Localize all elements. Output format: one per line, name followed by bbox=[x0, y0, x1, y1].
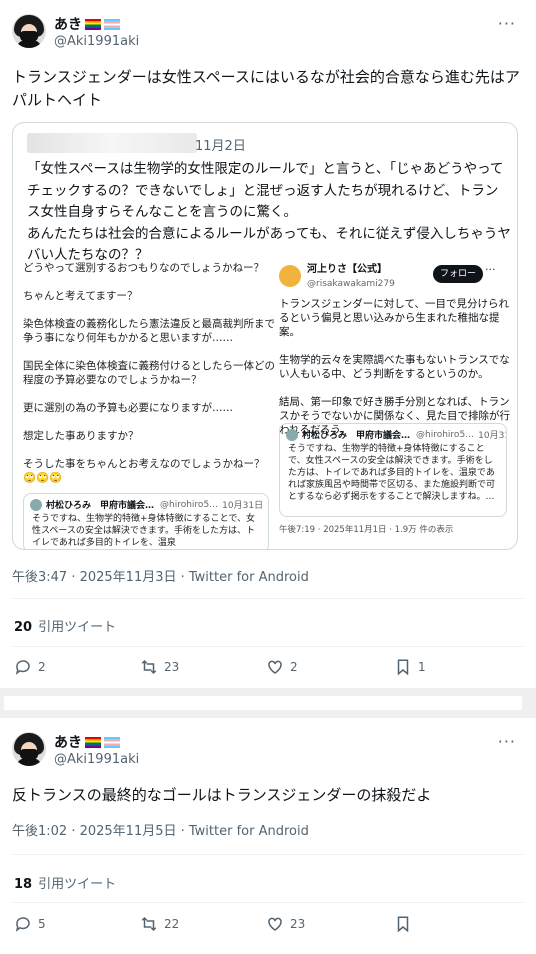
trans-flag-icon bbox=[104, 736, 120, 748]
display-name[interactable]: あき bbox=[54, 732, 120, 752]
screenshot-author-handle: @risakawakami279 bbox=[307, 279, 395, 289]
retweet-icon bbox=[141, 659, 157, 675]
screenshot-paragraph: 染色体検査の義務化したら憲法違反と最高裁判所まで争う事になり何年もかかると思いま… bbox=[23, 318, 275, 344]
quote-text: 「女性スペースは生物学的女性限定のルールで」と言うと、「じゃあどうやって チェッ… bbox=[27, 161, 511, 263]
screenshot-paragraph: 国民全体に染色体検査に義務付けるとしたら一体どの程度の予算必要なのでしょうかねー… bbox=[23, 360, 275, 386]
like-button[interactable]: 2 bbox=[266, 658, 298, 676]
avatar bbox=[30, 498, 42, 511]
screenshot-paragraph: どうやって選別するおつもりなのでしょうかねー？ bbox=[23, 262, 264, 274]
tweet-timestamp[interactable]: 午後3:47 · 2025年11月3日 · Twitter for Androi… bbox=[12, 566, 309, 585]
blurred-author bbox=[27, 133, 197, 153]
bookmark-button[interactable] bbox=[394, 915, 418, 933]
bookmark-icon bbox=[397, 659, 409, 676]
bookmark-button[interactable]: 1 bbox=[394, 658, 426, 676]
screenshot-paragraph: 想定した事ありますか？ bbox=[23, 430, 139, 442]
tweet-separator bbox=[0, 688, 536, 718]
quote-date: 11月2日 bbox=[195, 139, 246, 154]
avatar bbox=[279, 265, 301, 287]
more-options-icon: ··· bbox=[485, 263, 496, 276]
like-button[interactable]: 23 bbox=[266, 915, 305, 933]
quote-tweets-link[interactable]: 18 引用ツイート bbox=[14, 873, 116, 892]
heart-icon bbox=[268, 917, 282, 931]
retweet-icon bbox=[141, 916, 157, 932]
reply-icon bbox=[15, 917, 30, 932]
handle[interactable]: @Aki1991aki bbox=[54, 34, 139, 49]
quoted-tweet[interactable]: 11月2日 「女性スペースは生物学的女性限定のルールで」と言うと、「じゃあどうや… bbox=[12, 122, 518, 550]
divider bbox=[12, 598, 524, 599]
heart-icon bbox=[268, 660, 282, 674]
screenshot-embedded-card: 村松ひろみ 甲府市議会…@hirohiro5…10月31日 そうですね、生物学的… bbox=[279, 423, 507, 517]
action-bar: 2 23 2 1 bbox=[0, 658, 536, 682]
screenshot-author-name: 河上りさ【公式】 bbox=[307, 264, 387, 275]
reply-icon bbox=[15, 660, 30, 675]
retweet-button[interactable]: 22 bbox=[140, 915, 179, 933]
action-bar: 5 22 23 bbox=[0, 915, 536, 939]
bookmark-icon bbox=[397, 916, 409, 933]
display-name[interactable]: あき bbox=[54, 14, 120, 34]
handle[interactable]: @Aki1991aki bbox=[54, 752, 139, 767]
avatar bbox=[286, 428, 298, 441]
quote-tweets-link[interactable]: 20 引用ツイート bbox=[14, 616, 116, 635]
trans-flag-icon bbox=[104, 18, 120, 30]
divider bbox=[12, 854, 524, 855]
more-options-icon[interactable]: ··· bbox=[498, 732, 516, 751]
screenshot-embedded-card: 村松ひろみ 甲府市議会…@hirohiro5…10月31日 そうですね、生物学的… bbox=[23, 493, 269, 549]
screenshot-paragraph: トランスジェンダーに対して、一目で見分けられるという偏見と思い込みから生まれた稚… bbox=[279, 298, 509, 338]
quote-screenshot-image[interactable]: どうやって選別するおつもりなのでしょうかねー？ ちゃんと考えてますー？ 染色体検… bbox=[17, 261, 513, 549]
tweet-text: 反トランスの最終的なゴールはトランスジェンダーの抹殺だよ bbox=[12, 786, 432, 804]
screenshot-left-column: どうやって選別するおつもりなのでしょうかねー？ ちゃんと考えてますー？ 染色体検… bbox=[23, 261, 275, 499]
tweet-text: トランスジェンダーは女性スペースにはいるなが社会的合意なら進む先はアパルトヘイト bbox=[12, 68, 520, 109]
more-options-icon[interactable]: ··· bbox=[498, 14, 516, 33]
rainbow-flag-icon bbox=[85, 18, 101, 30]
follow-button: フォロー bbox=[433, 265, 484, 283]
reply-button[interactable]: 5 bbox=[14, 915, 46, 933]
rainbow-flag-icon bbox=[85, 736, 101, 748]
tweet-2: あき @Aki1991aki ··· 反トランスの最終的なゴールはトランスジェン… bbox=[0, 718, 536, 954]
reply-button[interactable]: 2 bbox=[14, 658, 46, 676]
tweet-timestamp[interactable]: 午後1:02 · 2025年11月5日 · Twitter for Androi… bbox=[12, 820, 309, 839]
screenshot-paragraph: そうした事をちゃんとお考えなのでしょうかねー？🙄🙄🙄 bbox=[23, 458, 265, 484]
screenshot-paragraph: 生物学的云々を実際調べた事もないトランスでない人もいる中、どう判断をするというの… bbox=[279, 354, 510, 380]
screenshot-paragraph: ちゃんと考えてますー？ bbox=[23, 290, 138, 302]
avatar[interactable] bbox=[12, 14, 46, 48]
divider bbox=[12, 902, 524, 903]
retweet-button[interactable]: 23 bbox=[140, 658, 179, 676]
tweet-1: あき @Aki1991aki ··· トランスジェンダーは女性スペースにはいるな… bbox=[0, 0, 536, 688]
screenshot-meta: 午後7:19 · 2025年11月1日 · 1.9万 件の表示 bbox=[279, 525, 454, 535]
divider bbox=[12, 646, 524, 647]
avatar[interactable] bbox=[12, 732, 46, 766]
screenshot-paragraph: 更に選別の為の予算も必要になりますが…… bbox=[23, 402, 233, 414]
